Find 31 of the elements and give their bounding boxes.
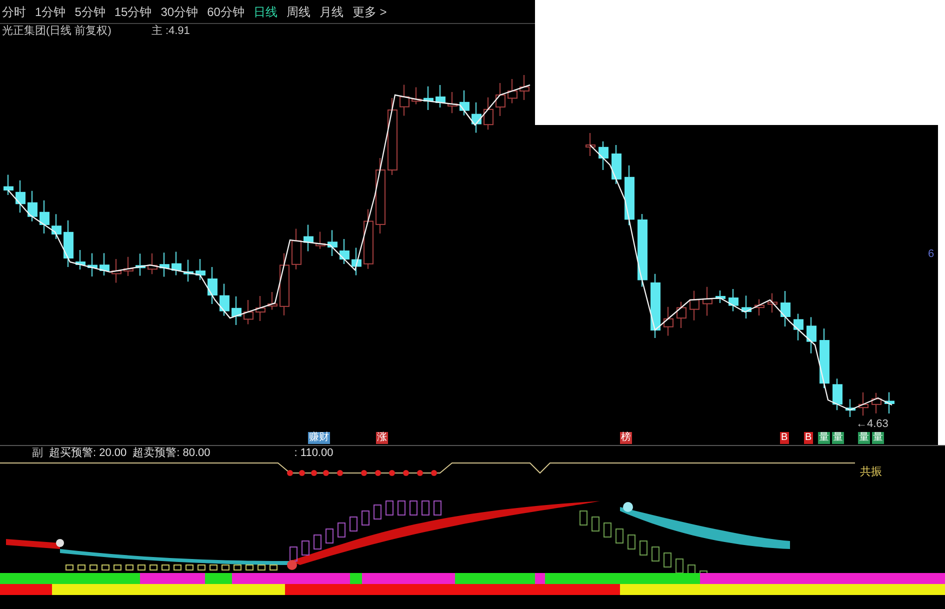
axis-label: 6 xyxy=(928,247,934,262)
signal-badge: 量 xyxy=(872,432,884,444)
timeframe-tab[interactable]: 60分钟 xyxy=(207,2,244,20)
timeframe-tab[interactable]: 1分钟 xyxy=(35,2,66,20)
timeframe-tab[interactable]: 15分钟 xyxy=(114,2,152,20)
overbought-label: 超买预警: 20.00 xyxy=(49,446,127,462)
timeframe-tab[interactable]: 周线 xyxy=(286,2,310,20)
ball-marker xyxy=(623,502,633,512)
signal-badge: B xyxy=(804,432,813,444)
signal-badge: 量 xyxy=(818,432,830,444)
ball-marker xyxy=(56,539,64,547)
signal-badge: 涨 xyxy=(376,432,388,444)
resonance-tag: 共振 xyxy=(860,464,882,480)
timeframe-tab[interactable]: 30分钟 xyxy=(160,2,198,20)
timeframe-tab[interactable]: 5分钟 xyxy=(74,2,106,20)
ball-marker xyxy=(287,560,297,570)
signal-badge: 量 xyxy=(858,432,870,444)
timeframe-tab[interactable]: 日线 xyxy=(253,2,278,20)
signal-badge: 榜 xyxy=(620,432,632,444)
chart-title: 光正集团(日线 前复权) xyxy=(2,24,112,39)
signal-badge: 量 xyxy=(832,432,844,444)
signal-badge: B xyxy=(780,432,789,444)
timeframe-tab[interactable]: 更多 > xyxy=(352,2,387,20)
timeframe-tab[interactable]: 分时 xyxy=(2,2,26,20)
last-price-label: ←4.63 xyxy=(856,417,888,432)
timeframe-tab[interactable]: 月线 xyxy=(319,2,344,20)
indicator-name: 副 xyxy=(32,446,43,462)
signal-badge: 赚财 xyxy=(308,432,330,444)
oversold-label: 超卖预警: 80.00 xyxy=(132,446,210,462)
price-readout: 主 :4.91 xyxy=(151,24,190,39)
level-value: : 110.00 xyxy=(294,446,334,462)
